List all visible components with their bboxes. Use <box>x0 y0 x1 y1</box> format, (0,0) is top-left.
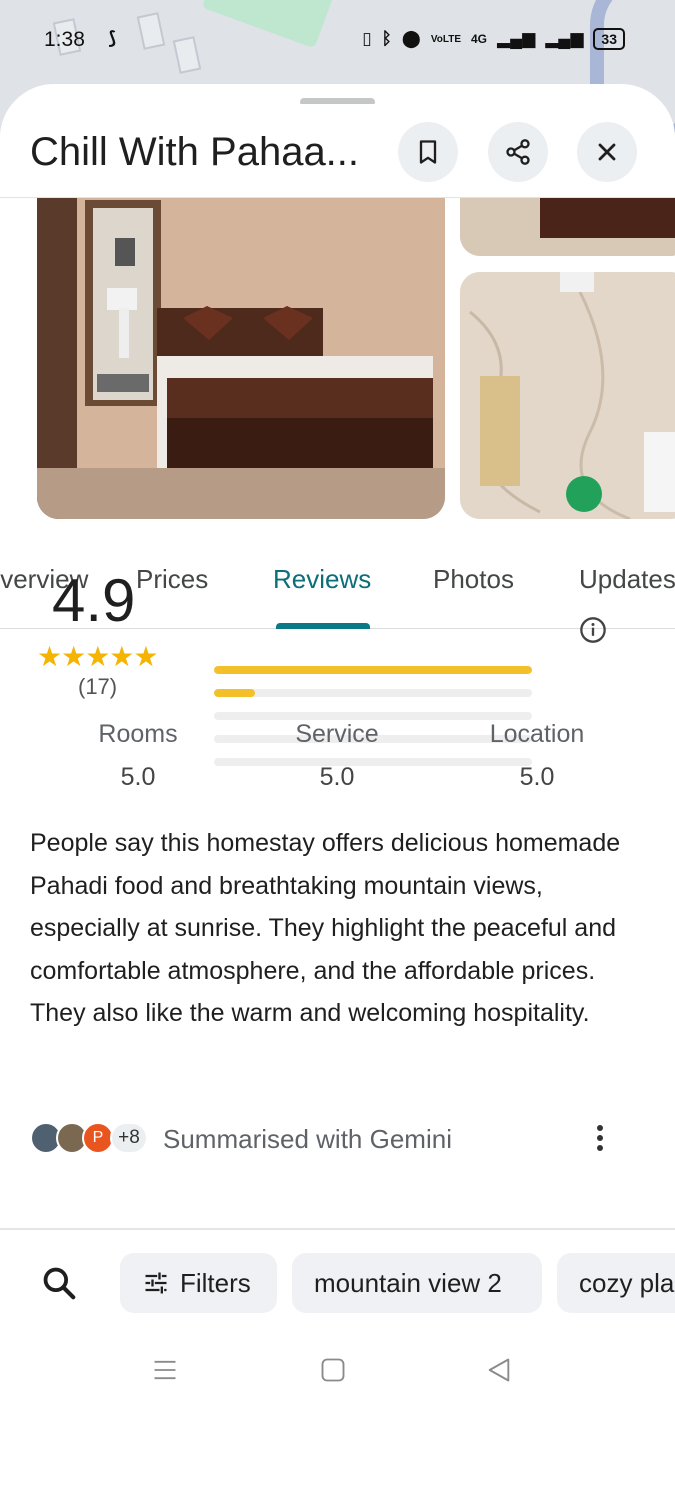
more-options-icon[interactable] <box>588 1120 612 1156</box>
home-icon[interactable] <box>319 1356 347 1384</box>
sub-rating-value: 5.0 <box>319 763 355 791</box>
tune-icon <box>145 1272 167 1294</box>
sub-rating-label: Service <box>295 720 379 748</box>
bookmark-icon <box>419 140 437 164</box>
tab-photos[interactable]: Photos <box>433 564 514 595</box>
reviewer-avatars[interactable]: P +8 <box>30 1122 160 1154</box>
rating-bar-fill <box>214 689 256 697</box>
app-notification-icon: ⟆ <box>108 28 117 48</box>
bluetooth-icon: ᛒ <box>381 29 392 48</box>
sub-rating-rooms: Rooms 5.0 <box>38 720 238 792</box>
sub-rating-service: Service 5.0 <box>237 720 437 792</box>
menu-icon[interactable] <box>151 1356 179 1384</box>
tab-reviews[interactable]: Reviews <box>273 564 371 595</box>
location-icon: ⬤ <box>401 29 421 48</box>
bathroom-image <box>460 272 675 519</box>
review-summary: People say this homestay offers deliciou… <box>30 829 621 1028</box>
volte-icon: VoLTE <box>430 33 461 45</box>
close-icon <box>598 143 616 161</box>
photo-strip[interactable] <box>0 198 675 520</box>
sub-rating-location: Location 5.0 <box>437 720 637 792</box>
filters-label: Filters <box>180 1267 251 1298</box>
bedroom-image <box>37 198 445 519</box>
overall-rating: 4.9 <box>52 567 136 634</box>
rating-stars: ★★★★★ <box>37 641 159 672</box>
sub-rating-value: 5.0 <box>120 763 156 791</box>
bed-corner-image <box>460 198 675 256</box>
active-tab-indicator <box>276 623 370 629</box>
share-button[interactable] <box>488 122 548 182</box>
rating-bar-4-star <box>214 689 532 697</box>
tab-updates[interactable]: Updates <box>579 564 675 595</box>
gemini-attribution: Summarised with Gemini <box>163 1124 452 1154</box>
bathroom-photo[interactable] <box>460 272 675 519</box>
filter-chip-mountain-view[interactable]: mountain view 2 <box>292 1253 542 1313</box>
vibrate-icon: ▯ <box>362 29 372 48</box>
share-icon <box>506 139 530 165</box>
divider <box>0 1228 675 1230</box>
close-button[interactable] <box>577 122 637 182</box>
status-time: 1:38 <box>44 28 85 51</box>
sheet-header: Chill With Pahaa... <box>0 104 675 198</box>
system-nav-bar <box>0 1334 675 1416</box>
signal-icon-2: ▂▄▆ <box>545 29 584 48</box>
room-photo[interactable] <box>37 198 445 519</box>
rating-bar-fill <box>214 666 532 674</box>
rating-bar-5-star <box>214 666 532 674</box>
search-icon[interactable] <box>40 1264 78 1302</box>
filter-chip-cozy[interactable]: cozy pla <box>557 1253 675 1313</box>
status-bar: 1:38 ⟆ ▯ ᛒ ⬤ VoLTE 4G ▂▄▆ ▂▄▆ 33 <box>0 22 675 58</box>
battery-icon: 33 <box>593 28 625 50</box>
room-photo-2[interactable] <box>460 198 675 256</box>
network-label: 4G <box>471 32 488 46</box>
info-icon[interactable] <box>579 616 607 644</box>
sub-rating-label: Rooms <box>98 720 178 748</box>
tab-prices[interactable]: Prices <box>136 564 208 595</box>
more-reviewers-badge: +8 <box>110 1122 148 1154</box>
sub-rating-label: Location <box>489 720 585 748</box>
save-button[interactable] <box>398 122 458 182</box>
signal-icon: ▂▄▆ <box>497 29 536 48</box>
sub-rating-value: 5.0 <box>519 763 555 791</box>
rating-bar-3-star <box>214 712 532 720</box>
review-count[interactable]: (17) <box>78 674 117 700</box>
back-icon[interactable] <box>485 1356 513 1384</box>
filters-chip[interactable]: Filters <box>120 1253 277 1313</box>
place-title: Chill With Pahaa... <box>30 130 360 174</box>
